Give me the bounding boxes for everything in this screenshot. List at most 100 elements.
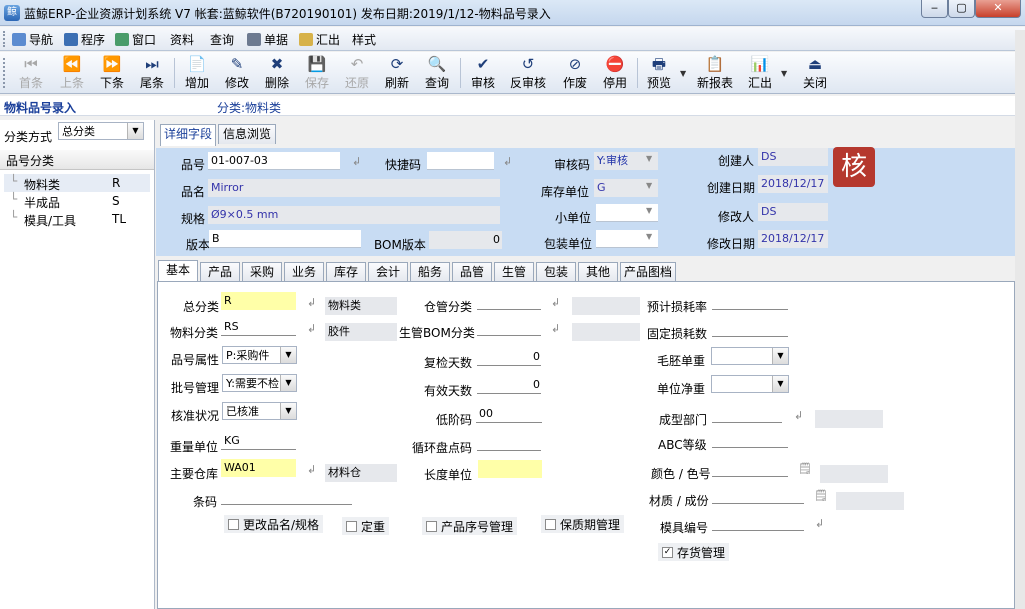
tab-quality[interactable]: 品管: [452, 262, 492, 282]
barcode-field[interactable]: [221, 487, 352, 505]
close-button[interactable]: ⏏ 关闭: [796, 54, 834, 92]
lot-select[interactable]: Y:需要不检 ▼: [222, 374, 297, 392]
edit-button[interactable]: ✎ 修改: [218, 54, 256, 92]
tab-basic[interactable]: 基本: [158, 260, 198, 282]
lookup-icon[interactable]: ↲: [551, 296, 560, 309]
preview-button[interactable]: 🖶 预览: [640, 54, 678, 92]
inventory-checkbox[interactable]: ✓ 存货管理: [658, 543, 730, 561]
loss-rate-field[interactable]: [712, 292, 788, 310]
tab-product-drawings[interactable]: 产品图档: [620, 262, 676, 282]
export-dropdown-icon[interactable]: ▼: [781, 69, 787, 78]
mold-no-field[interactable]: [712, 513, 804, 531]
chevron-down-icon[interactable]: ▼: [646, 206, 652, 215]
tab-sales[interactable]: 业务: [284, 262, 324, 282]
attr-select[interactable]: P:采购件 ▼: [222, 346, 297, 364]
menu-program[interactable]: 程序: [64, 31, 105, 47]
tab-details[interactable]: 详细字段: [160, 124, 216, 146]
undo-button[interactable]: ↶ 还原: [338, 54, 376, 92]
item-category-field[interactable]: RS: [221, 318, 296, 336]
chevron-down-icon[interactable]: ▼: [646, 154, 652, 163]
tree-item-molds[interactable]: └ 模具/工具 TL: [4, 210, 150, 228]
note-icon[interactable]: 🗒: [798, 462, 812, 475]
recheck-days-field[interactable]: 0: [477, 348, 541, 366]
lookup-icon[interactable]: ↲: [307, 322, 316, 335]
length-unit-field[interactable]: [478, 460, 542, 478]
spec-field[interactable]: Ø9×0.5 mm: [208, 206, 500, 224]
menu-data[interactable]: 资料: [170, 31, 194, 47]
net-weight-field[interactable]: ▼: [711, 375, 789, 393]
main-category-field[interactable]: R: [221, 292, 296, 310]
lookup-icon[interactable]: ↲: [307, 296, 316, 309]
item-no-field[interactable]: 01-007-03: [208, 152, 340, 170]
bom-category-field[interactable]: [477, 318, 541, 336]
menu-style[interactable]: 样式: [352, 31, 376, 47]
tab-production[interactable]: 生管: [494, 262, 534, 282]
tab-shipping[interactable]: 船务: [410, 262, 450, 282]
menu-navigation[interactable]: 导航: [12, 31, 53, 47]
close-window-button[interactable]: ✕: [975, 0, 1021, 18]
void-button[interactable]: ⊘ 作废: [556, 54, 594, 92]
chevron-down-icon[interactable]: ▼: [772, 376, 788, 392]
chevron-down-icon[interactable]: ▼: [280, 347, 296, 363]
tab-other[interactable]: 其他: [578, 262, 618, 282]
tree-item-materials[interactable]: └ 物料类 R: [4, 174, 150, 192]
maximize-button[interactable]: ▢: [948, 0, 975, 18]
name-field[interactable]: Mirror: [208, 179, 500, 197]
version-field[interactable]: B: [209, 230, 361, 248]
menu-query[interactable]: 查询: [210, 31, 234, 47]
lookup-icon[interactable]: ↲: [307, 463, 316, 476]
save-button[interactable]: 💾 保存: [298, 54, 336, 92]
cycle-count-field[interactable]: [477, 433, 541, 451]
tab-packaging[interactable]: 包装: [536, 262, 576, 282]
shelf-life-checkbox[interactable]: 保质期管理: [541, 515, 625, 533]
lookup-icon[interactable]: ↲: [794, 409, 803, 422]
main-wh-field[interactable]: WA01: [221, 459, 296, 477]
chevron-down-icon[interactable]: ▼: [646, 181, 652, 190]
tab-browse[interactable]: 信息浏览: [218, 124, 276, 144]
color-field[interactable]: [712, 459, 788, 477]
tree-item-semi[interactable]: └ 半成品 S: [4, 192, 150, 210]
weight-unit-field[interactable]: KG: [221, 432, 296, 450]
tab-product[interactable]: 产品: [200, 262, 240, 282]
delete-button[interactable]: ✖ 删除: [258, 54, 296, 92]
query-button[interactable]: 🔍 查询: [418, 54, 456, 92]
preview-dropdown-icon[interactable]: ▼: [680, 69, 686, 78]
disable-button[interactable]: ⛔ 停用: [596, 54, 634, 92]
refresh-button[interactable]: ⟳ 刷新: [378, 54, 416, 92]
fixed-loss-field[interactable]: [712, 319, 788, 337]
unapprove-button[interactable]: ↺ 反审核: [507, 54, 549, 92]
add-button[interactable]: 📄 增加: [178, 54, 216, 92]
approve-button[interactable]: ✔ 审核: [464, 54, 502, 92]
change-name-checkbox[interactable]: 更改品名/规格: [224, 515, 324, 533]
material-field[interactable]: [712, 486, 804, 504]
classify-select[interactable]: 总分类 ▼: [58, 122, 144, 140]
menu-export[interactable]: 汇出: [299, 31, 340, 47]
chevron-down-icon[interactable]: ▼: [127, 123, 143, 139]
serial-checkbox[interactable]: 产品序号管理: [422, 517, 518, 535]
fixed-weight-checkbox[interactable]: 定重: [342, 517, 390, 535]
molding-dept-field[interactable]: [712, 405, 782, 423]
menu-window[interactable]: 窗口: [115, 31, 156, 47]
gross-weight-field[interactable]: ▼: [711, 347, 789, 365]
lookup-icon[interactable]: ↲: [815, 517, 824, 530]
export-button[interactable]: 📊 汇出: [741, 54, 779, 92]
valid-days-field[interactable]: 0: [477, 376, 541, 394]
scrollbar[interactable]: [1015, 30, 1025, 609]
chevron-down-icon[interactable]: ▼: [646, 232, 652, 241]
tab-accounting[interactable]: 会计: [368, 262, 408, 282]
wh-category-field[interactable]: [477, 292, 541, 310]
chevron-down-icon[interactable]: ▼: [772, 348, 788, 364]
chevron-down-icon[interactable]: ▼: [280, 375, 296, 391]
prev-button[interactable]: ⏪ 上条: [53, 54, 91, 92]
tab-inventory[interactable]: 库存: [326, 262, 366, 282]
abc-field[interactable]: [712, 430, 788, 448]
new-report-button[interactable]: 📋 新报表: [695, 54, 735, 92]
minimize-button[interactable]: ‒: [921, 0, 948, 18]
first-button[interactable]: ⏮ 首条: [12, 54, 50, 92]
lookup-icon[interactable]: ↲: [503, 155, 512, 168]
chevron-down-icon[interactable]: ▼: [280, 403, 296, 419]
tab-purchase[interactable]: 采购: [242, 262, 282, 282]
approve-select[interactable]: 已核准 ▼: [222, 402, 297, 420]
last-button[interactable]: ⏭ 尾条: [133, 54, 171, 92]
lookup-icon[interactable]: ↲: [551, 322, 560, 335]
